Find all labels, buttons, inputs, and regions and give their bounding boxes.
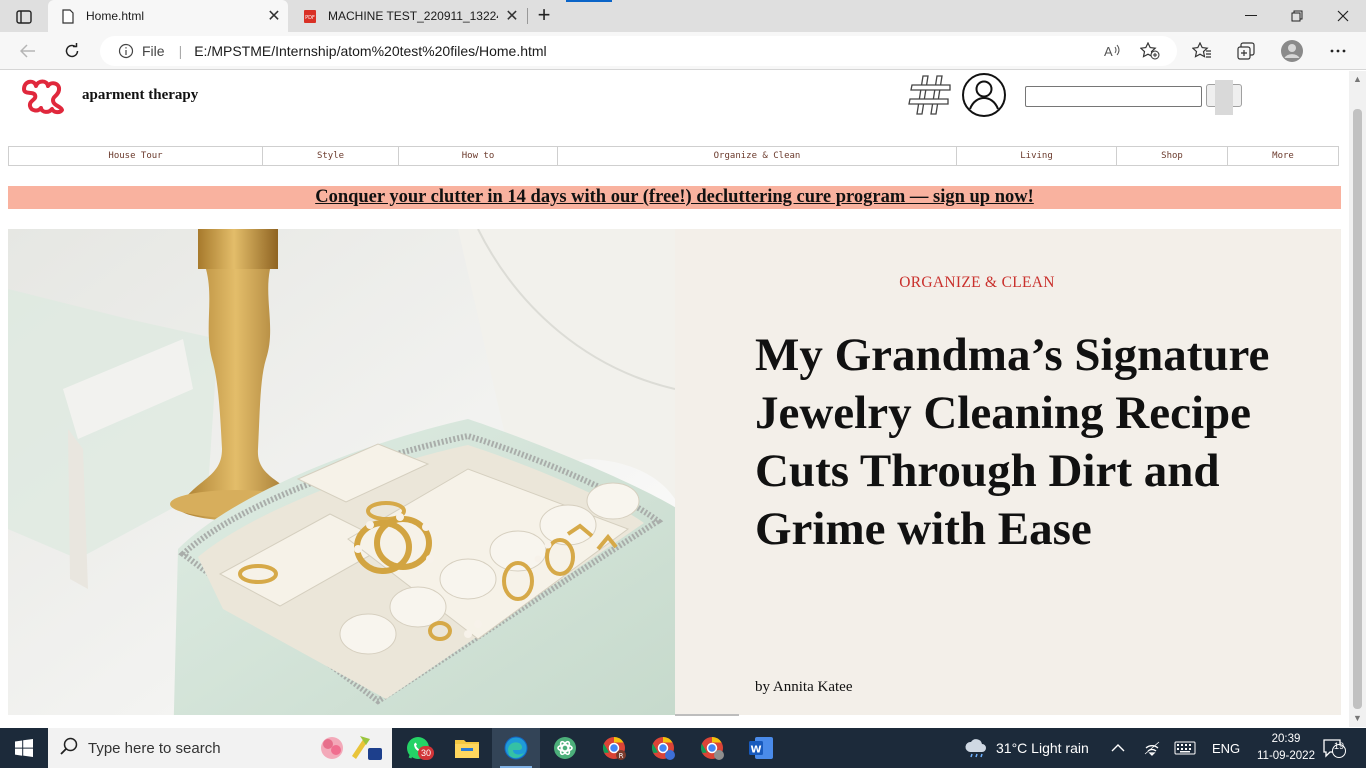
minimize-icon[interactable] bbox=[1228, 0, 1274, 32]
site-header: aparment therapy bbox=[0, 71, 1349, 131]
windows-taskbar: Type here to search 30 R W 31°C Light ra… bbox=[0, 728, 1366, 768]
brand-name[interactable]: aparment therapy bbox=[82, 87, 198, 104]
tab-machine-test[interactable]: PDF MACHINE TEST_220911_132248. ✕ bbox=[290, 0, 526, 32]
promo-link[interactable]: Conquer your clutter in 14 days with our… bbox=[315, 187, 1034, 208]
chatgpt-app-icon[interactable] bbox=[541, 728, 589, 768]
weather-text: 31°C Light rain bbox=[996, 740, 1089, 756]
refresh-icon[interactable] bbox=[58, 37, 86, 65]
article-byline: by Annita Katee bbox=[755, 679, 853, 695]
more-options-icon[interactable] bbox=[1324, 37, 1352, 65]
keyboard-icon[interactable] bbox=[1174, 728, 1196, 768]
start-windows-icon[interactable] bbox=[0, 728, 48, 768]
browser-tab-bar: Home.html ✕ PDF MACHINE TEST_220911_1322… bbox=[0, 0, 1366, 32]
restore-icon[interactable] bbox=[1274, 0, 1320, 32]
add-favorite-icon[interactable] bbox=[1140, 36, 1160, 66]
search-input[interactable] bbox=[1025, 86, 1202, 107]
page-icon bbox=[60, 8, 76, 24]
hashtag-icon[interactable] bbox=[908, 73, 954, 117]
url-text: E:/MPSTME/Internship/atom%20test%20files… bbox=[194, 43, 547, 59]
tab-home[interactable]: Home.html ✕ bbox=[48, 0, 288, 32]
nav-item-more[interactable]: More bbox=[1228, 147, 1338, 165]
horizontal-scroll-indicator bbox=[675, 714, 739, 716]
taskbar-search-placeholder: Type here to search bbox=[88, 739, 221, 757]
svg-text:A: A bbox=[1104, 44, 1113, 59]
file-explorer-icon[interactable] bbox=[443, 728, 491, 768]
page-viewport: aparment therapy House Tour Style How to… bbox=[0, 71, 1349, 727]
user-account-icon[interactable] bbox=[961, 72, 1007, 118]
back-icon[interactable] bbox=[14, 37, 42, 65]
chrome-profile-r-icon[interactable]: R bbox=[590, 728, 638, 768]
whatsapp-badge: 30 bbox=[418, 746, 434, 760]
hero-text: ORGANIZE & CLEAN My Grandma’s Signature … bbox=[675, 229, 1341, 715]
tab-label: MACHINE TEST_220911_132248. bbox=[328, 9, 498, 23]
close-window-icon[interactable] bbox=[1320, 0, 1366, 32]
search-button[interactable] bbox=[1206, 80, 1242, 115]
close-tab-icon[interactable]: ✕ bbox=[498, 6, 526, 26]
tab-divider bbox=[527, 8, 528, 24]
rain-cloud-icon bbox=[965, 739, 986, 758]
profile-avatar-icon[interactable] bbox=[1278, 37, 1306, 65]
edge-browser-icon[interactable] bbox=[492, 728, 540, 768]
clock-time: 20:39 bbox=[1271, 733, 1301, 745]
main-navigation: House Tour Style How to Organize & Clean… bbox=[8, 146, 1339, 166]
search-icon bbox=[60, 737, 78, 759]
search-highlight-icon[interactable] bbox=[314, 732, 386, 768]
nav-item-how-to[interactable]: How to bbox=[399, 147, 558, 165]
favorites-icon[interactable] bbox=[1188, 37, 1216, 65]
svg-text:PDF: PDF bbox=[305, 15, 315, 21]
pdf-icon: PDF bbox=[302, 8, 318, 24]
browser-toolbar: File | E:/MPSTME/Internship/atom%20test%… bbox=[0, 32, 1366, 70]
system-clock[interactable]: 20:39 11-09-2022 bbox=[1256, 731, 1316, 765]
read-aloud-icon[interactable]: A bbox=[1104, 36, 1122, 66]
vertical-scrollbar[interactable]: ▲ ▼ bbox=[1349, 71, 1366, 727]
clock-date: 11-09-2022 bbox=[1257, 750, 1315, 762]
taskbar-search-box[interactable]: Type here to search bbox=[48, 728, 392, 768]
nav-item-style[interactable]: Style bbox=[263, 147, 399, 165]
article-headline[interactable]: My Grandma’s Signature Jewelry Cleaning … bbox=[755, 326, 1275, 558]
tab-actions-icon[interactable] bbox=[8, 6, 40, 28]
wifi-icon[interactable] bbox=[1143, 728, 1161, 768]
chrome-profile-2-icon[interactable] bbox=[639, 728, 687, 768]
scrollbar-thumb[interactable] bbox=[1353, 109, 1362, 709]
whatsapp-icon[interactable]: 30 bbox=[394, 728, 442, 768]
collections-icon[interactable] bbox=[1232, 37, 1260, 65]
weather-widget[interactable]: 31°C Light rain bbox=[964, 728, 1089, 768]
hero-article: ORGANIZE & CLEAN My Grandma’s Signature … bbox=[8, 229, 1341, 715]
chrome-profile-3-icon[interactable] bbox=[688, 728, 736, 768]
protocol-label: File bbox=[142, 43, 165, 59]
scroll-up-icon[interactable]: ▲ bbox=[1353, 75, 1362, 84]
new-tab-icon[interactable]: + bbox=[532, 4, 556, 28]
svg-text:W: W bbox=[750, 745, 761, 756]
language-indicator[interactable]: ENG bbox=[1212, 728, 1240, 768]
hero-image[interactable] bbox=[8, 229, 675, 715]
notification-center-icon[interactable]: 19 bbox=[1322, 728, 1346, 768]
address-bar[interactable]: File | E:/MPSTME/Internship/atom%20test%… bbox=[100, 36, 1177, 66]
nav-item-organize-clean[interactable]: Organize & Clean bbox=[558, 147, 957, 165]
nav-item-living[interactable]: Living bbox=[957, 147, 1117, 165]
logo-icon[interactable] bbox=[20, 75, 70, 115]
nav-item-shop[interactable]: Shop bbox=[1117, 147, 1228, 165]
article-category[interactable]: ORGANIZE & CLEAN bbox=[675, 274, 1279, 292]
nav-item-house-tour[interactable]: House Tour bbox=[9, 147, 263, 165]
address-divider: | bbox=[178, 43, 183, 59]
close-tab-icon[interactable]: ✕ bbox=[260, 6, 288, 26]
word-icon[interactable]: W bbox=[737, 728, 785, 768]
show-hidden-icons-icon[interactable] bbox=[1111, 728, 1125, 768]
loading-indicator bbox=[566, 0, 612, 2]
info-icon[interactable] bbox=[118, 43, 134, 59]
notification-count: 19 bbox=[1333, 741, 1344, 751]
svg-text:R: R bbox=[619, 752, 624, 760]
tab-label: Home.html bbox=[86, 9, 145, 23]
search-button-image bbox=[1215, 80, 1233, 115]
promo-banner: Conquer your clutter in 14 days with our… bbox=[8, 186, 1341, 209]
scroll-down-icon[interactable]: ▼ bbox=[1353, 714, 1362, 723]
